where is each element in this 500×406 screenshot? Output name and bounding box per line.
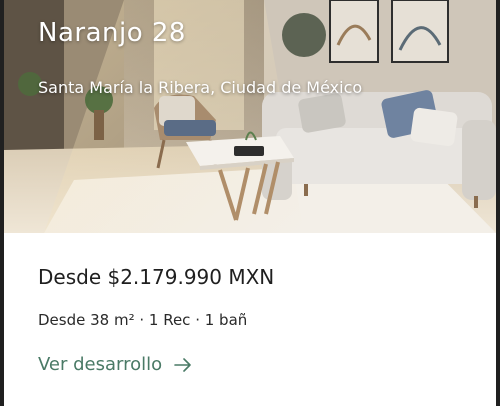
development-title: Naranjo 28 [38, 18, 186, 48]
development-location: Santa María la Ribera, Ciudad de México [38, 78, 363, 97]
price-label: Desde $2.179.990 MXN [38, 265, 275, 289]
view-development-link[interactable]: Ver desarrollo [38, 354, 192, 375]
view-development-label: Ver desarrollo [38, 354, 163, 375]
specs-label: Desde 38 m² · 1 Rec · 1 bañ [38, 311, 248, 329]
listing-card[interactable]: Naranjo 28 Santa María la Ribera, Ciudad… [0, 0, 500, 406]
listing-photo[interactable]: Naranjo 28 Santa María la Ribera, Ciudad… [4, 0, 496, 233]
listing-info: Desde $2.179.990 MXN Desde 38 m² · 1 Rec… [4, 233, 496, 406]
arrow-right-icon [174, 357, 191, 372]
